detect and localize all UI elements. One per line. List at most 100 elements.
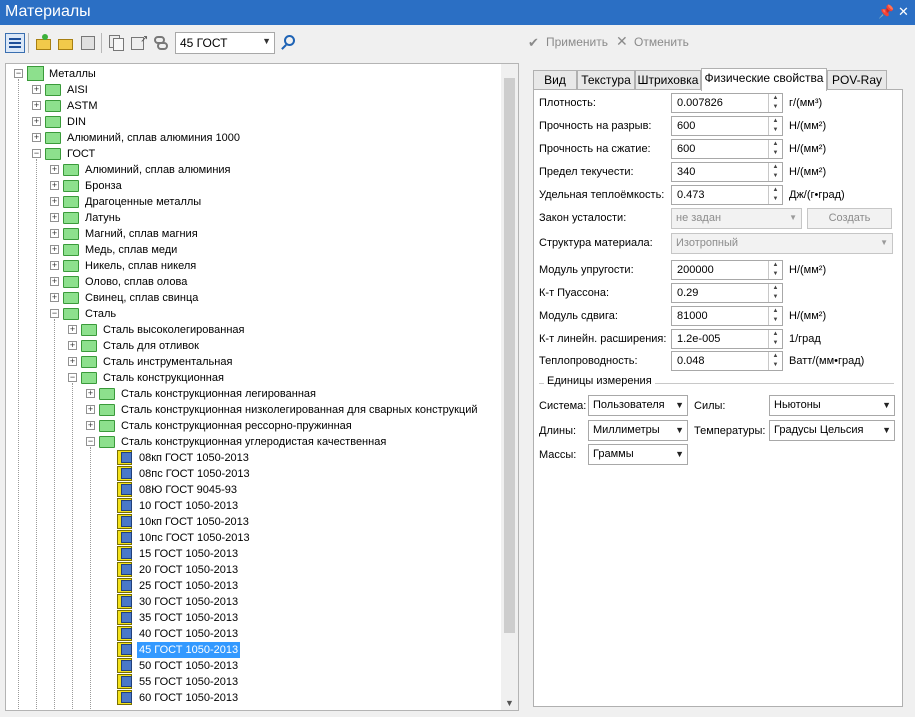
compressive-input[interactable]: 600 ▲ ▼ xyxy=(671,139,783,159)
spin-buttons[interactable]: ▲ ▼ xyxy=(768,261,782,279)
scrollbar-thumb[interactable] xyxy=(504,78,515,633)
material-item[interactable]: 35 ГОСТ 1050-2013 xyxy=(104,610,496,626)
tree-folder-item[interactable]: + Сталь конструкционная легированная xyxy=(86,386,496,402)
open-folder-icon[interactable] xyxy=(56,33,76,53)
expand-icon[interactable]: + xyxy=(32,117,41,126)
temperature-select[interactable]: Градусы Цельсия ▼ xyxy=(769,420,895,441)
expand-icon[interactable]: + xyxy=(86,389,95,398)
search-icon[interactable] xyxy=(279,33,299,53)
system-select[interactable]: Пользователя ▼ xyxy=(588,395,688,416)
expand-icon[interactable]: + xyxy=(50,181,59,190)
export-icon[interactable]: ↗ xyxy=(129,33,149,53)
collapse-icon[interactable]: − xyxy=(50,309,59,318)
tree-folder-item[interactable]: + ASTM xyxy=(32,98,496,114)
material-item[interactable]: 08кп ГОСТ 1050-2013 xyxy=(104,450,496,466)
material-item[interactable]: 15 ГОСТ 1050-2013 xyxy=(104,546,496,562)
tree-folder-item[interactable]: + Никель, сплав никеля xyxy=(50,258,496,274)
spin-buttons[interactable]: ▲ ▼ xyxy=(768,330,782,348)
tree-folder-item[interactable]: + AISI xyxy=(32,82,496,98)
chevron-down-icon[interactable]: ▼ xyxy=(505,698,514,708)
tree-folder-item[interactable]: + Сталь для отливок xyxy=(68,338,496,354)
material-item[interactable]: 50 ГОСТ 1050-2013 xyxy=(104,658,496,674)
heat-capacity-input[interactable]: 0.473 ▲ ▼ xyxy=(671,185,783,205)
spin-buttons[interactable]: ▲ ▼ xyxy=(768,284,782,302)
tree-folder-item[interactable]: + Алюминий, сплав алюминия xyxy=(50,162,496,178)
material-item[interactable]: 08пс ГОСТ 1050-2013 xyxy=(104,466,496,482)
expand-icon[interactable]: + xyxy=(50,213,59,222)
expand-icon[interactable]: + xyxy=(32,101,41,110)
grid-icon[interactable] xyxy=(78,33,98,53)
collapse-icon[interactable]: − xyxy=(14,69,23,78)
expand-icon[interactable]: + xyxy=(68,325,77,334)
tree-folder-item[interactable]: + Магний, сплав магния xyxy=(50,226,496,242)
expand-icon[interactable]: + xyxy=(68,341,77,350)
expand-icon[interactable]: + xyxy=(50,197,59,206)
material-item[interactable]: 60 ГОСТ 1050-2013 xyxy=(104,690,496,706)
material-item[interactable]: 45 ГОСТ 1050-2013 xyxy=(104,642,496,658)
properties-view-icon[interactable] xyxy=(5,33,25,53)
tree-folder-item[interactable]: + Бронза xyxy=(50,178,496,194)
poisson-input[interactable]: 0.29 ▲ ▼ xyxy=(671,283,783,303)
expand-icon[interactable]: + xyxy=(86,405,95,414)
copy-icon[interactable] xyxy=(107,33,127,53)
tree-folder-item[interactable]: + Сталь конструкционная рессорно-пружинна… xyxy=(86,418,496,434)
expand-icon[interactable]: + xyxy=(50,245,59,254)
material-item[interactable]: 10кп ГОСТ 1050-2013 xyxy=(104,514,496,530)
expand-icon[interactable]: + xyxy=(50,165,59,174)
spin-buttons[interactable]: ▲ ▼ xyxy=(768,94,782,112)
expand-icon[interactable]: + xyxy=(86,421,95,430)
add-folder-icon[interactable] xyxy=(34,33,54,53)
tree-folder-item[interactable]: + Латунь xyxy=(50,210,496,226)
yield-input[interactable]: 340 ▲ ▼ xyxy=(671,162,783,182)
elastic-modulus-input[interactable]: 200000 ▲ ▼ xyxy=(671,260,783,280)
material-item[interactable]: 40 ГОСТ 1050-2013 xyxy=(104,626,496,642)
force-select[interactable]: Ньютоны ▼ xyxy=(769,395,895,416)
length-select[interactable]: Миллиметры ▼ xyxy=(588,420,688,441)
material-item[interactable]: 30 ГОСТ 1050-2013 xyxy=(104,594,496,610)
spin-buttons[interactable]: ▲ ▼ xyxy=(768,117,782,135)
material-item[interactable]: 25 ГОСТ 1050-2013 xyxy=(104,578,496,594)
apply-button[interactable]: ✔ Применить xyxy=(528,27,616,59)
materials-tree[interactable]: − Металлы + AISI + ASTM + DIN + Алюминий, сплав а… xyxy=(5,63,519,711)
expand-icon[interactable]: + xyxy=(32,85,41,94)
expand-icon[interactable]: + xyxy=(50,277,59,286)
tree-folder-item[interactable]: + Олово, сплав олова xyxy=(50,274,496,290)
cancel-button[interactable]: ✕ Отменить xyxy=(616,27,706,59)
tree-folder-item[interactable]: + Сталь инструментальная xyxy=(68,354,496,370)
material-combo[interactable]: 45 ГОСТ ▼ xyxy=(175,32,275,54)
material-item[interactable]: 10 ГОСТ 1050-2013 xyxy=(104,498,496,514)
close-icon[interactable]: ✕ xyxy=(898,4,909,20)
collapse-icon[interactable]: − xyxy=(86,437,95,446)
material-item[interactable]: 55 ГОСТ 1050-2013 xyxy=(104,674,496,690)
tree-folder-item[interactable]: + DIN xyxy=(32,114,496,130)
expand-icon[interactable]: + xyxy=(68,357,77,366)
collapse-icon[interactable]: − xyxy=(32,149,41,158)
tab-physical-properties[interactable]: Физические свойства xyxy=(701,68,827,91)
tree-folder-item[interactable]: − Сталь конструкционная xyxy=(68,370,496,386)
tree-folder-item[interactable]: − Сталь конструкционная углеродистая каче… xyxy=(86,434,496,450)
tree-folder-item[interactable]: + Сталь конструкционная низколегированная… xyxy=(86,402,496,418)
tree-folder-item[interactable]: − ГОСТ xyxy=(32,146,496,162)
spin-buttons[interactable]: ▲ ▼ xyxy=(768,163,782,181)
mass-select[interactable]: Граммы ▼ xyxy=(588,444,688,465)
tree-folder-item[interactable]: + Свинец, сплав свинца xyxy=(50,290,496,306)
material-item[interactable]: 20 ГОСТ 1050-2013 xyxy=(104,562,496,578)
expansion-input[interactable]: 1.2e-005 ▲ ▼ xyxy=(671,329,783,349)
expand-icon[interactable]: + xyxy=(50,261,59,270)
shear-modulus-input[interactable]: 81000 ▲ ▼ xyxy=(671,306,783,326)
collapse-icon[interactable]: − xyxy=(68,373,77,382)
tree-folder-item[interactable]: + Алюминий, сплав алюминия 1000 xyxy=(32,130,496,146)
tree-folder-item[interactable]: + Драгоценные металлы xyxy=(50,194,496,210)
pin-icon[interactable]: 📌 xyxy=(878,4,894,20)
link-icon[interactable] xyxy=(151,33,171,53)
tensile-input[interactable]: 600 ▲ ▼ xyxy=(671,116,783,136)
tree-folder-item[interactable]: − Сталь xyxy=(50,306,496,322)
tab-texture[interactable]: Текстура xyxy=(577,70,635,90)
spin-buttons[interactable]: ▲ ▼ xyxy=(768,307,782,325)
tab-povray[interactable]: POV-Ray xyxy=(827,70,887,90)
material-item[interactable]: 08Ю ГОСТ 9045-93 xyxy=(104,482,496,498)
expand-icon[interactable]: + xyxy=(32,133,41,142)
tab-hatching[interactable]: Штриховка xyxy=(635,70,701,90)
spin-buttons[interactable]: ▲ ▼ xyxy=(768,186,782,204)
material-item[interactable]: 10пс ГОСТ 1050-2013 xyxy=(104,530,496,546)
